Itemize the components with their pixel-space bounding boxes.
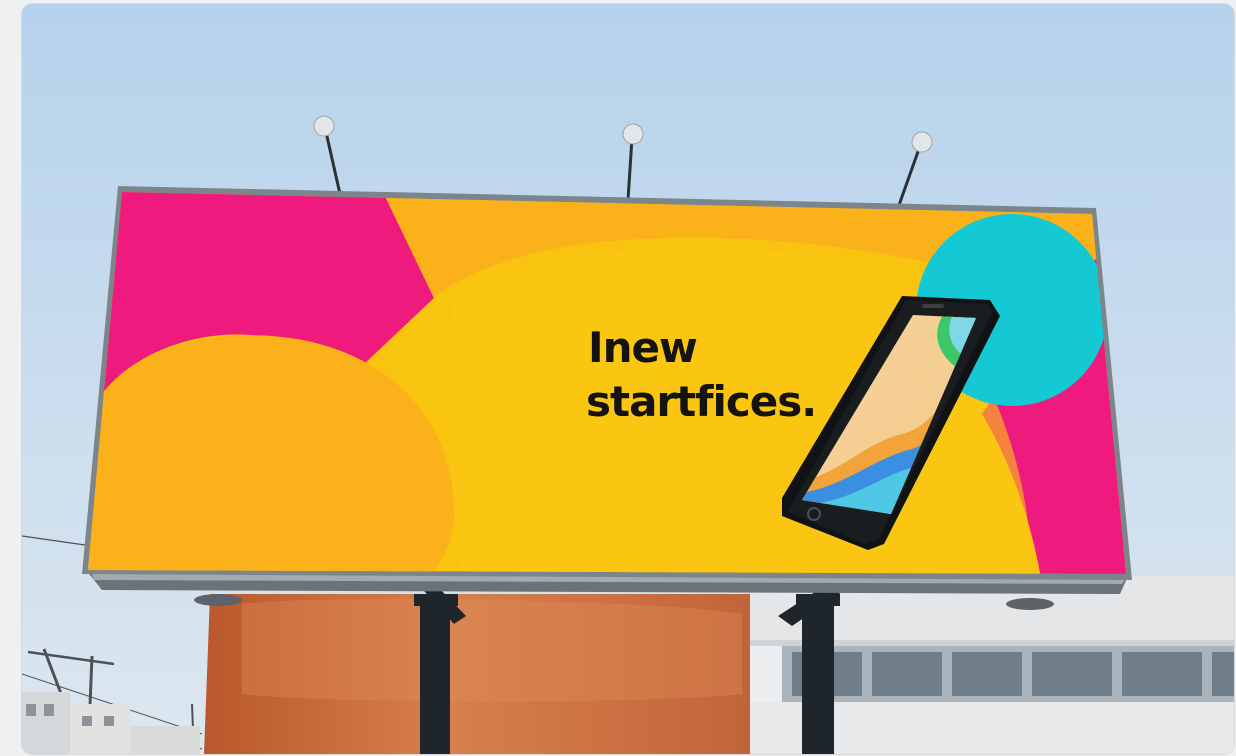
headline-line-1: Inew	[588, 323, 697, 372]
billboard-scene: Inew startfices.	[22, 4, 1234, 754]
image-frame: Inew startfices.	[22, 4, 1234, 754]
headline-line-2: startfices.	[586, 377, 816, 426]
